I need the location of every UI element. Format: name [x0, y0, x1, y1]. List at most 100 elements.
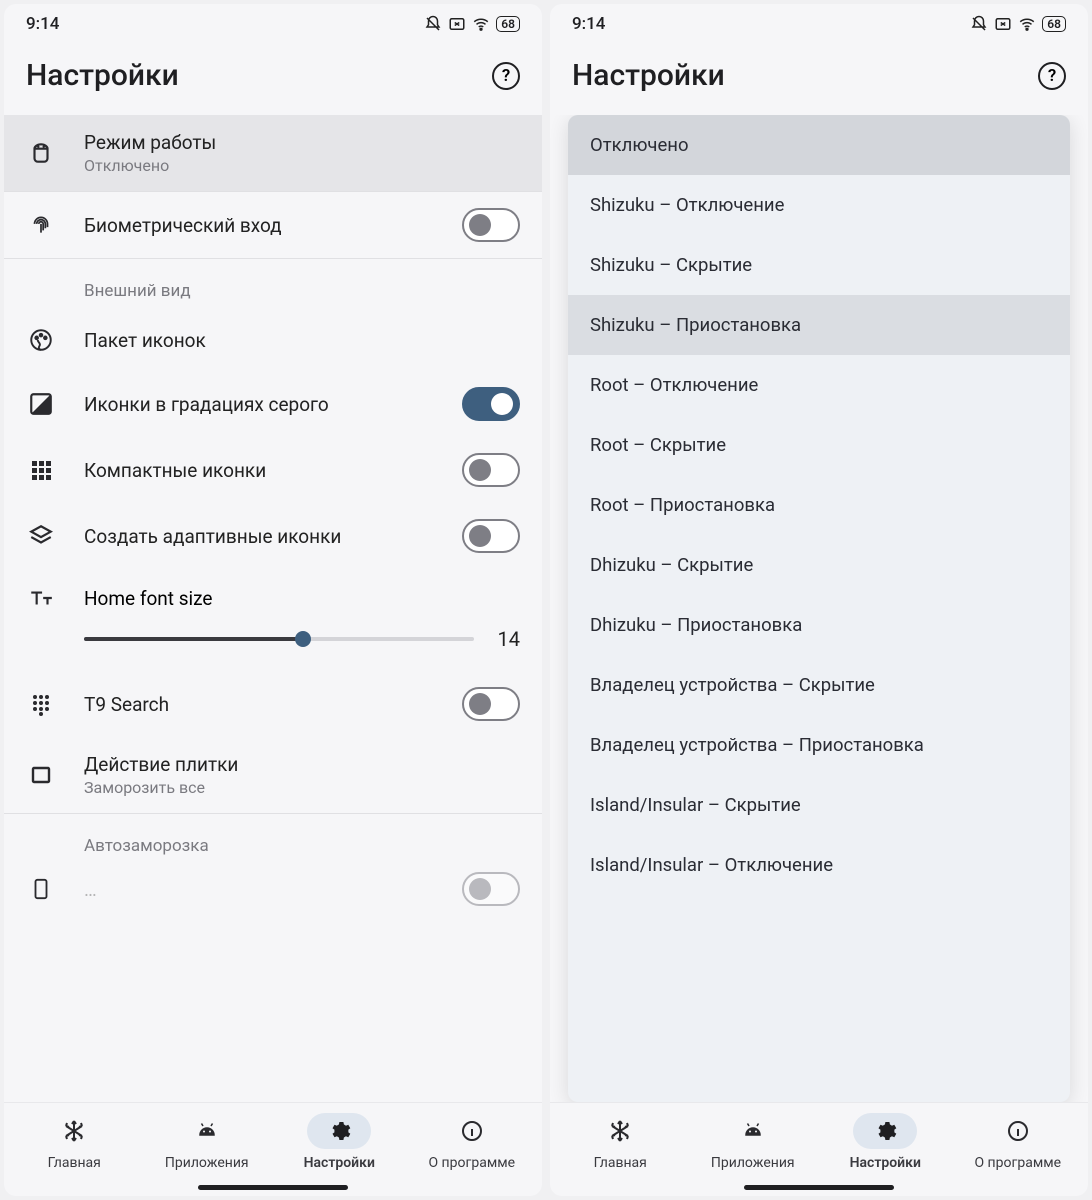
nav-home[interactable]: Главная — [554, 1113, 687, 1171]
nav-home[interactable]: Главная — [8, 1113, 141, 1171]
dropdown-option[interactable]: Island/Insular – Скрытие — [568, 775, 1070, 835]
wifi-icon — [472, 15, 490, 33]
row-operation-mode[interactable]: Режим работы Отключено — [4, 115, 542, 191]
status-bar: 9:14 68 — [4, 4, 542, 40]
close-box-icon — [448, 15, 466, 33]
mute-icon — [424, 15, 442, 33]
settings-list[interactable]: Режим работы Отключено Биометрический вх… — [4, 115, 542, 1102]
nav-settings-label: Настройки — [850, 1155, 921, 1171]
nav-settings[interactable]: Настройки — [273, 1113, 406, 1171]
battery-icon: 68 — [1042, 16, 1066, 32]
settings-content-with-dropdown: ОтключеноShizuku – ОтключениеShizuku – С… — [550, 115, 1088, 1102]
grid-icon — [26, 455, 56, 485]
palette-icon — [26, 325, 56, 355]
row-font-size[interactable]: Home font size 14 — [4, 569, 542, 671]
page-title: Настройки — [26, 58, 179, 93]
dropdown-option[interactable]: Shizuku – Отключение — [568, 175, 1070, 235]
square-icon — [26, 760, 56, 790]
phone-settings-dropdown: 9:14 68 Настройки ? ОтключеноShizuku – О… — [550, 4, 1088, 1196]
dropdown-option[interactable]: Владелец устройства – Скрытие — [568, 655, 1070, 715]
status-icons: 68 — [970, 15, 1066, 33]
grayscale-title: Иконки в градациях серого — [84, 393, 434, 416]
nav-settings[interactable]: Настройки — [819, 1113, 952, 1171]
tile-action-subtitle: Заморозить все — [84, 778, 520, 797]
dialpad-icon — [26, 689, 56, 719]
layers-icon — [26, 521, 56, 551]
page-title: Настройки — [572, 58, 725, 93]
battery-icon: 68 — [496, 16, 520, 32]
adaptive-title: Создать адаптивные иконки — [84, 525, 434, 548]
home-indicator — [744, 1185, 894, 1190]
grayscale-toggle[interactable] — [462, 387, 520, 421]
row-compact-icons[interactable]: Компактные иконки — [4, 437, 542, 503]
row-tile-action[interactable]: Действие плитки Заморозить все — [4, 737, 542, 813]
dropdown-option[interactable]: Root – Скрытие — [568, 415, 1070, 475]
nav-settings-label: Настройки — [304, 1155, 375, 1171]
row-t9-search[interactable]: T9 Search — [4, 671, 542, 737]
compact-toggle[interactable] — [462, 453, 520, 487]
nav-about[interactable]: О программе — [406, 1113, 539, 1171]
dropdown-option[interactable]: Root – Отключение — [568, 355, 1070, 415]
tile-action-title: Действие плитки — [84, 753, 520, 776]
font-size-slider[interactable] — [84, 637, 474, 641]
snowflake-icon — [62, 1119, 86, 1143]
status-time: 9:14 — [572, 14, 605, 34]
dropdown-option[interactable]: Island/Insular – Отключение — [568, 835, 1070, 895]
android-icon — [741, 1119, 765, 1143]
icon-pack-title: Пакет иконок — [84, 329, 520, 352]
info-icon — [460, 1119, 484, 1143]
row-grayscale-icons[interactable]: Иконки в градациях серого — [4, 371, 542, 437]
operation-mode-subtitle: Отключено — [84, 156, 520, 175]
nav-apps-label: Приложения — [711, 1155, 795, 1171]
adaptive-toggle[interactable] — [462, 519, 520, 553]
dropdown-option[interactable]: Владелец устройства – Приостановка — [568, 715, 1070, 775]
nav-apps[interactable]: Приложения — [141, 1113, 274, 1171]
section-appearance: Внешний вид — [4, 259, 542, 309]
home-indicator — [198, 1185, 348, 1190]
status-time: 9:14 — [26, 14, 59, 34]
operation-mode-title: Режим работы — [84, 131, 520, 154]
font-size-title: Home font size — [84, 587, 212, 610]
android-icon — [195, 1119, 219, 1143]
snowflake-icon — [608, 1119, 632, 1143]
dropdown-option[interactable]: Отключено — [568, 115, 1070, 175]
dropdown-option[interactable]: Dhizuku – Скрытие — [568, 535, 1070, 595]
nav-about[interactable]: О программе — [952, 1113, 1085, 1171]
bottom-nav: Главная Приложения Настройки О программе — [550, 1102, 1088, 1177]
contrast-icon — [26, 389, 56, 419]
row-biometric[interactable]: Биометрический вход — [4, 192, 542, 258]
status-bar: 9:14 68 — [550, 4, 1088, 40]
gear-icon — [327, 1119, 351, 1143]
help-icon[interactable]: ? — [1038, 62, 1066, 90]
nav-apps-label: Приложения — [165, 1155, 249, 1171]
biometric-title: Биометрический вход — [84, 214, 434, 237]
row-icon-pack[interactable]: Пакет иконок — [4, 309, 542, 371]
row-adaptive-icons[interactable]: Создать адаптивные иконки — [4, 503, 542, 569]
dropdown-option[interactable]: Dhizuku – Приостановка — [568, 595, 1070, 655]
phone-icon — [26, 874, 56, 904]
t9-toggle[interactable] — [462, 687, 520, 721]
partial-toggle[interactable] — [462, 872, 520, 906]
font-size-value: 14 — [490, 627, 520, 651]
info-icon — [1006, 1119, 1030, 1143]
page-header: Настройки ? — [550, 40, 1088, 115]
compact-title: Компактные иконки — [84, 459, 434, 482]
operation-mode-dropdown[interactable]: ОтключеноShizuku – ОтключениеShizuku – С… — [568, 115, 1070, 1102]
nav-home-label: Главная — [594, 1155, 647, 1171]
close-box-icon — [994, 15, 1012, 33]
status-icons: 68 — [424, 15, 520, 33]
dropdown-option[interactable]: Root – Приостановка — [568, 475, 1070, 535]
nav-apps[interactable]: Приложения — [687, 1113, 820, 1171]
bottom-nav: Главная Приложения Настройки О программе — [4, 1102, 542, 1177]
gear-icon — [873, 1119, 897, 1143]
biometric-toggle[interactable] — [462, 208, 520, 242]
mute-icon — [970, 15, 988, 33]
wifi-icon — [1018, 15, 1036, 33]
nav-about-label: О программе — [974, 1155, 1061, 1171]
dropdown-option[interactable]: Shizuku – Скрытие — [568, 235, 1070, 295]
row-partial[interactable]: … — [4, 864, 542, 906]
nav-about-label: О программе — [428, 1155, 515, 1171]
text-size-icon — [26, 583, 56, 613]
help-icon[interactable]: ? — [492, 62, 520, 90]
dropdown-option[interactable]: Shizuku – Приостановка — [568, 295, 1070, 355]
